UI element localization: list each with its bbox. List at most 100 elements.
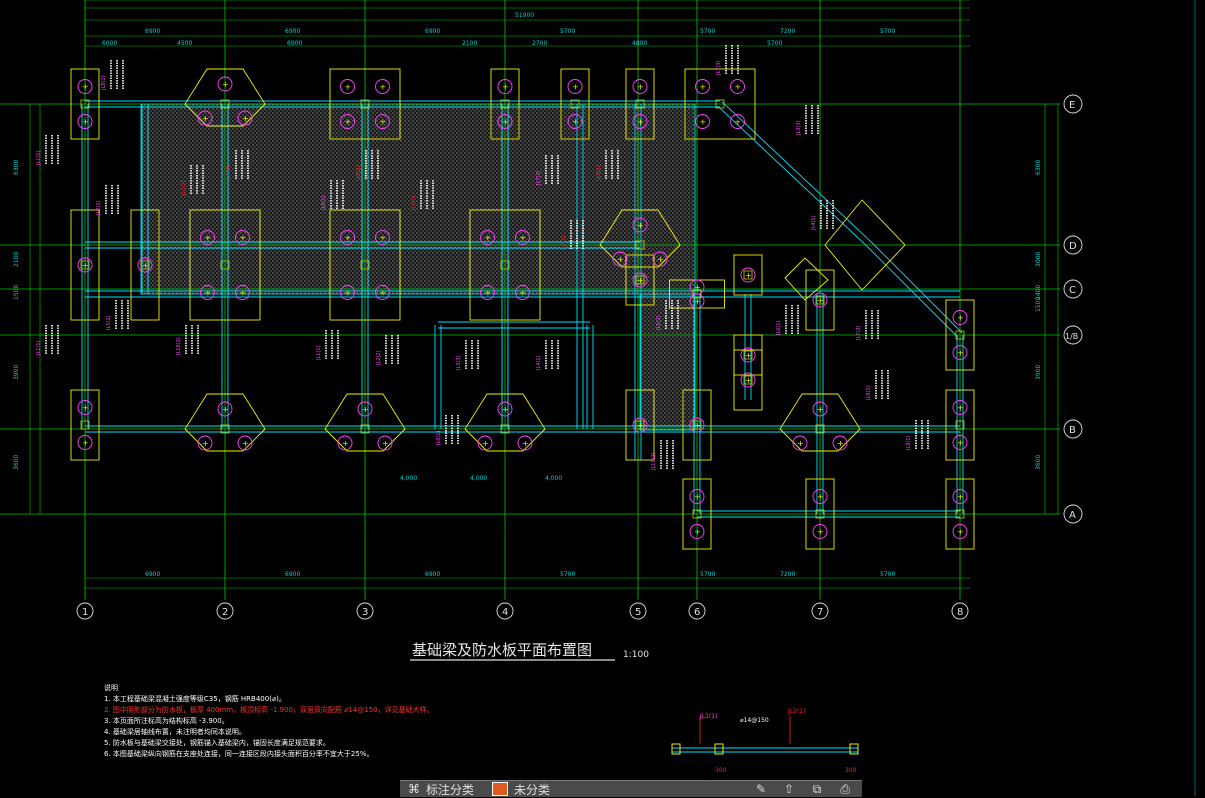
- dim-left-2: 1500: [13, 285, 20, 300]
- beam-label-23: JL4(1): [811, 215, 817, 231]
- pile-mark: +: [637, 83, 644, 92]
- beam-label-15: JL6(1): [776, 320, 782, 336]
- pile-mark: +: [502, 118, 509, 127]
- detail-label-2: ⌀14@150: [740, 717, 769, 724]
- dim-top-2: 6900: [425, 28, 440, 35]
- dim-left-1: 2100: [13, 252, 20, 267]
- axis-label-7: 7: [817, 607, 823, 618]
- pile-mark: +: [205, 289, 212, 298]
- beam-label-11: JL2(2): [376, 350, 382, 366]
- beam-label-26: JL7(3): [716, 60, 722, 76]
- axis-label-1/B: 1/B: [1065, 332, 1078, 341]
- design-notes: 说明 1. 本工程基础梁混凝土强度等级C35，钢筋 HRB400(⌀)。 2. …: [104, 683, 624, 760]
- dim-mid-6: 5700: [767, 40, 782, 47]
- pile-mark: +: [485, 234, 492, 243]
- dim-inner-0: 4,000: [400, 475, 417, 482]
- detail-label-3: JL2(2): [787, 708, 805, 715]
- axis-label-B: B: [1069, 425, 1076, 436]
- print-icon[interactable]: ⎙: [836, 782, 854, 796]
- dim-right-3: 1500: [1035, 297, 1042, 312]
- beam-label-16: JL7(3): [856, 325, 862, 341]
- annotate-icon: ⌘: [408, 782, 420, 796]
- axis-label-3: 3: [362, 607, 368, 618]
- dim-inner-2: 4,000: [545, 475, 562, 482]
- axis-label-5: 5: [635, 607, 641, 618]
- upload-icon[interactable]: ⇧: [780, 782, 798, 796]
- pile-mark: +: [82, 118, 89, 127]
- dim-top-6: 5700: [880, 28, 895, 35]
- dim-top-total: 51900: [515, 12, 534, 19]
- pile-mark: +: [957, 528, 964, 537]
- beam-edge: [867, 246, 959, 338]
- dim-bottom-1: 6900: [285, 571, 300, 578]
- pile-mark: +: [82, 404, 89, 413]
- dim-left-4: 3600: [13, 455, 20, 470]
- dim-mid-1: 4500: [177, 40, 192, 47]
- beam-label-6: JL7(3): [536, 170, 542, 186]
- axis-label-D: D: [1069, 241, 1077, 252]
- beam-label-17: JL8(2): [866, 385, 872, 401]
- note-item-1: 1. 本工程基础梁混凝土强度等级C35，钢筋 HRB400(⌀)。: [104, 695, 286, 703]
- dim-bottom-2: 6900: [425, 571, 440, 578]
- dim-top-4: 5700: [700, 28, 715, 35]
- beam-label-7: JL8(2): [596, 165, 602, 181]
- pile-mark: +: [222, 405, 229, 414]
- pile-mark: +: [694, 528, 701, 537]
- edit-icon[interactable]: ✎: [752, 782, 770, 796]
- pile-mark: +: [485, 289, 492, 298]
- pile-mark: +: [617, 255, 624, 264]
- pile-mark: +: [242, 439, 249, 448]
- beam-label-0: JL1(1): [36, 150, 42, 166]
- dim-right-1: 3000: [1035, 252, 1042, 267]
- pile-mark: +: [700, 83, 707, 92]
- dim-mid-2: 6900: [287, 40, 302, 47]
- pile-mark: +: [345, 83, 352, 92]
- pile-mark: +: [382, 439, 389, 448]
- beam-label-3: JL4(1): [321, 195, 327, 211]
- beam-label-19: JL10(2): [651, 452, 657, 471]
- pile-mark: +: [694, 283, 701, 292]
- dim-mid-3: 2100: [462, 40, 477, 47]
- beam-edge: [717, 105, 869, 248]
- axis-label-1: 1: [82, 607, 88, 618]
- pile-mark: +: [957, 349, 964, 358]
- pile-mark: +: [817, 528, 824, 537]
- beam-label-18: JL9(1): [906, 435, 912, 451]
- pile-mark: +: [202, 114, 209, 123]
- layer-category-button[interactable]: 未分类: [492, 781, 550, 798]
- copy-icon[interactable]: ⧉: [808, 782, 826, 796]
- beam-detail-sketch: JL1(1) ⌀14@150 JL2(2) 300 300: [671, 708, 859, 774]
- pile-mark: +: [380, 83, 387, 92]
- dim-mid-5: 4800: [632, 40, 647, 47]
- axis-label-A: A: [1069, 510, 1076, 521]
- axis-label-4: 4: [502, 607, 508, 618]
- drawing-scale: 1:100: [623, 650, 649, 660]
- pile-mark: +: [735, 118, 742, 127]
- dim-bottom-4: 5700: [700, 571, 715, 578]
- dim-inner-1: 4,000: [470, 475, 487, 482]
- pile-mark: +: [520, 289, 527, 298]
- detail-label-1: JL1(1): [699, 713, 717, 720]
- pile-mark: +: [694, 493, 701, 502]
- dim-bottom-0: 6900: [145, 571, 160, 578]
- pile-mark: +: [502, 405, 509, 414]
- pile-mark: +: [202, 439, 209, 448]
- axis-label-2: 2: [222, 607, 228, 618]
- pile-mark: +: [522, 439, 529, 448]
- detail-label-5: 300: [845, 767, 857, 774]
- beam-label-24: JL5(2): [106, 315, 112, 331]
- pile-mark: +: [957, 493, 964, 502]
- drawing-title: 基础梁及防水板平面布置图: [412, 641, 592, 659]
- pile-mark: +: [482, 439, 489, 448]
- annotate-category-button[interactable]: ⌘ 标注分类: [408, 781, 474, 798]
- dim-top-1: 6900: [285, 28, 300, 35]
- beam-label-14: JL5(2): [656, 315, 662, 331]
- note-item-3: 3. 本页面所注标高为结构标高 -3.900。: [104, 717, 229, 725]
- note-item-6: 6. 本图基础梁纵向钢筋在支座处连接，同一连接区段内接头面积百分率不宜大于25%…: [104, 750, 374, 758]
- cad-drawing-canvas[interactable]: + + + + + + + + + + + + + + + + + + + + + + + + + + + + + + + + + + + + + + + +…: [0, 0, 1205, 796]
- dim-right-4: 3900: [1035, 365, 1042, 380]
- pile-mark: +: [362, 405, 369, 414]
- detail-label-4: 300: [715, 767, 727, 774]
- pile-mark: +: [797, 439, 804, 448]
- axis-label-6: 6: [694, 607, 700, 618]
